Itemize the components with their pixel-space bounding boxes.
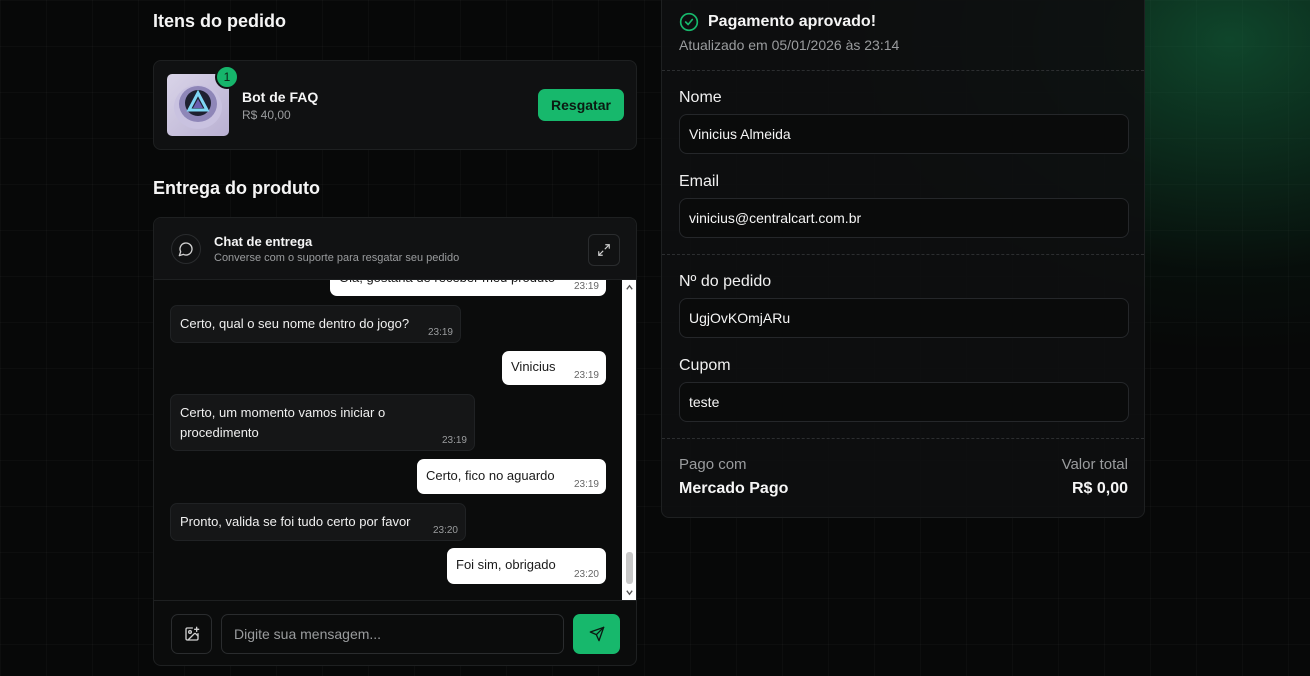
message-text: Certo, fico no aguardo: [426, 468, 555, 483]
total-value: R$ 0,00: [1071, 480, 1128, 497]
expand-chat-button[interactable]: [588, 234, 620, 266]
chat-header: Chat de entrega Converse com o suporte p…: [154, 218, 636, 280]
email-label: Email: [679, 173, 720, 190]
email-field[interactable]: vinicius@centralcart.com.br: [679, 198, 1129, 238]
message-input[interactable]: [221, 614, 564, 654]
attach-image-button[interactable]: [171, 614, 212, 654]
order-items-title: Itens do pedido: [153, 11, 286, 31]
message-time: 23:19: [427, 327, 453, 338]
message-time: 23:19: [573, 281, 599, 292]
total-label: Valor total: [1061, 456, 1128, 473]
message-time: 23:20: [573, 569, 599, 580]
message-outgoing: Certo, fico no aguardo 23:19: [417, 459, 606, 494]
scroll-up-icon[interactable]: [625, 283, 634, 292]
message-time: 23:19: [441, 435, 467, 446]
chat-composer: [154, 600, 636, 665]
image-add-icon: [184, 626, 199, 641]
name-label: Nome: [679, 89, 722, 106]
payment-updated-at: Atualizado em 05/01/2026 às 23:14: [679, 37, 900, 53]
redeem-button[interactable]: Resgatar: [538, 89, 624, 121]
message-text: Certo, qual o seu nome dentro do jogo?: [180, 316, 410, 331]
message-text: Vinicius: [511, 359, 556, 374]
payment-status-title: Pagamento aprovado!: [708, 13, 877, 30]
chat-title: Chat de entrega: [214, 234, 313, 249]
quantity-badge: 1: [215, 65, 239, 89]
check-circle-icon: [679, 12, 699, 32]
message-text: Olá, gostaria de receber meu produto: [339, 280, 555, 288]
chat-bubble-icon: [171, 234, 201, 264]
order-number-label: Nº do pedido: [679, 273, 772, 290]
chat-subtitle: Converse com o suporte para resgatar seu…: [214, 252, 460, 264]
order-number-field[interactable]: UgjOvKOmjARu: [679, 298, 1129, 338]
product-name: Bot de FAQ: [242, 89, 319, 105]
scroll-thumb[interactable]: [626, 552, 633, 584]
payment-status: Pagamento aprovado!: [679, 12, 876, 32]
message-incoming: Pronto, valida se foi tudo certo por fav…: [170, 503, 466, 541]
delivery-title: Entrega do produto: [153, 178, 320, 198]
message-time: 23:19: [573, 479, 599, 490]
message-time: 23:20: [432, 525, 458, 536]
name-field[interactable]: Vinicius Almeida: [679, 114, 1129, 154]
send-button[interactable]: [573, 614, 620, 654]
divider: [662, 70, 1144, 71]
message-outgoing: Foi sim, obrigado 23:20: [447, 548, 606, 584]
message-incoming: Certo, um momento vamos iniciar o proced…: [170, 394, 475, 451]
divider: [662, 254, 1144, 255]
chat-scrollbar[interactable]: [622, 280, 636, 600]
paid-with-value: Mercado Pago: [679, 480, 789, 497]
divider: [662, 438, 1144, 439]
message-text: Pronto, valida se foi tudo certo por fav…: [180, 514, 411, 529]
expand-icon: [598, 244, 610, 256]
product-price: R$ 40,00: [242, 108, 291, 122]
message-incoming: Certo, qual o seu nome dentro do jogo? 2…: [170, 305, 461, 343]
coupon-label: Cupom: [679, 357, 731, 374]
payment-panel: Pagamento aprovado! Atualizado em 05/01/…: [661, 0, 1145, 518]
delivery-chat: Chat de entrega Converse com o suporte p…: [153, 217, 637, 666]
message-text: Foi sim, obrigado: [456, 557, 556, 572]
message-text: Certo, um momento vamos iniciar o proced…: [180, 405, 386, 440]
message-outgoing: Olá, gostaria de receber meu produto 23:…: [330, 280, 606, 296]
paid-with-label: Pago com: [679, 456, 747, 473]
send-icon: [589, 626, 604, 642]
message-time: 23:19: [573, 370, 599, 381]
message-outgoing: Vinicius 23:19: [502, 351, 606, 385]
scroll-down-icon[interactable]: [625, 588, 634, 597]
message-list[interactable]: Olá, gostaria de receber meu produto 23:…: [154, 280, 622, 600]
order-item-card: 1 Bot de FAQ R$ 40,00 Resgatar: [153, 60, 637, 150]
coupon-field[interactable]: teste: [679, 382, 1129, 422]
